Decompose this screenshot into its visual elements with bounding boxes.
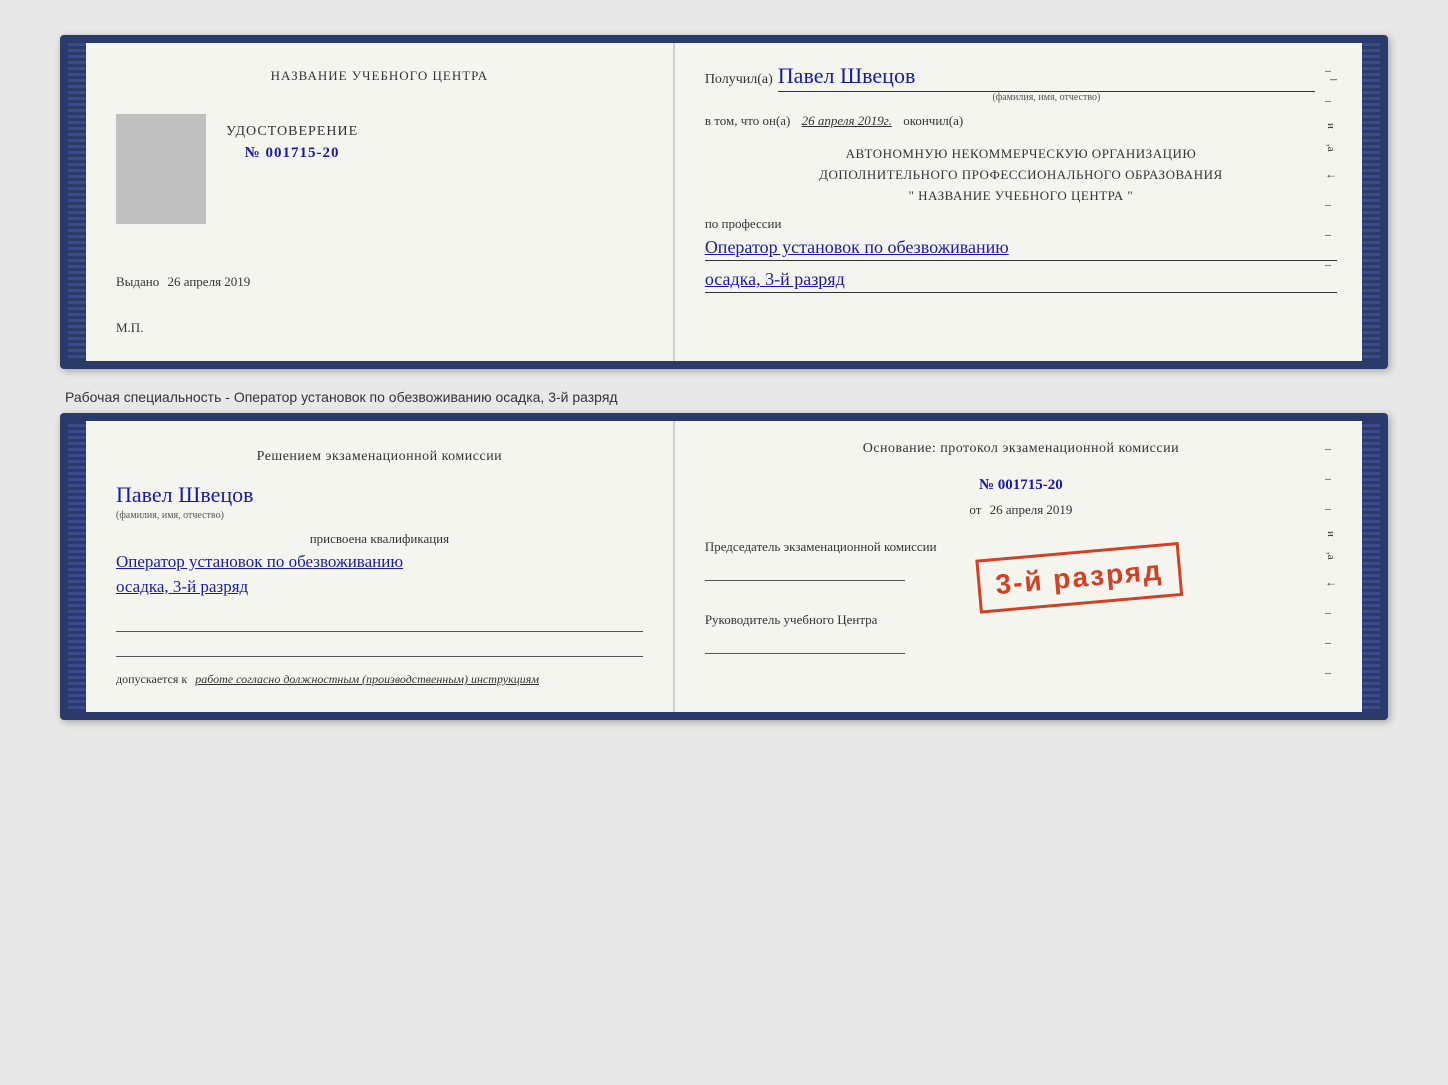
side-dash5: – [1325,257,1337,272]
from-date: 26 апреля 2019 [990,502,1073,517]
side-marks-2: – – – и ,а ← – – – [1325,441,1337,680]
allow-label: допускается к [116,672,187,686]
chairman-label: Председатель экзаменационной комиссии [705,538,1337,556]
qualification-text: Оператор установок по обезвоживанию [116,552,643,572]
side-dash1: – [1325,63,1337,78]
org-line3: " НАЗВАНИЕ УЧЕБНОГО ЦЕНТРА " [705,186,1337,207]
from-label: от [969,502,981,517]
doc-spine-right [1362,43,1380,361]
doc2-left-panel: Решением экзаменационной комиссии Павел … [86,421,675,712]
side-marks: – – и ,а ← – – – [1325,63,1337,272]
doc2-spine-right [1362,421,1380,712]
photo-placeholder [116,114,206,224]
sig-line-1 [116,612,643,632]
side-dash2: – [1325,93,1337,108]
side-dash4: – [1325,227,1337,242]
rank-text: осадка, 3-й разряд [705,269,1337,293]
chairman-sig-line [705,561,905,581]
page-container: НАЗВАНИЕ УЧЕБНОГО ЦЕНТРА УДОСТОВЕРЕНИЕ №… [20,20,1428,747]
side2-dash4: – [1325,605,1337,620]
side-letter-a: ,а [1325,144,1337,152]
issued-line: Выдано 26 апреля 2019 [116,274,643,290]
name-subtitle: (фамилия, имя, отчество) [778,92,1315,103]
date-line: в том, что он(а) 26 апреля 2019г. окончи… [705,113,1337,129]
side2-dash3: – [1325,501,1337,516]
side-letter-i: и [1325,123,1337,129]
between-text: Рабочая специальность - Оператор установ… [60,381,1388,413]
received-line: Получил(а) Павел Швецов (фамилия, имя, о… [705,63,1337,103]
rank-text-bottom: осадка, 3-й разряд [116,577,643,597]
sig-lines [116,612,643,657]
profession-text: Оператор установок по обезвоживанию [705,237,1337,261]
in-that-label: в том, что он(а) [705,113,791,128]
decision-title: Решением экзаменационной комиссии [116,446,643,467]
person-name-sub: (фамилия, имя, отчество) [116,510,643,521]
side-arrow: ← [1325,167,1337,182]
side-dash3: – [1325,197,1337,212]
cert-date: 26 апреля 2019г. [802,113,892,128]
org-line2: ДОПОЛНИТЕЛЬНОГО ПРОФЕССИОНАЛЬНОГО ОБРАЗО… [705,165,1337,186]
bottom-document: Решением экзаменационной комиссии Павел … [60,413,1388,720]
side2-letter-i: и [1325,531,1337,537]
received-label: Получил(а) [705,72,773,88]
profession-label: по профессии [705,216,1337,232]
manager-label: Руководитель учебного Центра [705,611,1337,629]
manager-sig-line [705,634,905,654]
issued-date: 26 апреля 2019 [168,274,251,289]
cert-section: УДОСТОВЕРЕНИЕ № 001715-20 [226,124,358,182]
doc-right-panel: Получил(а) Павел Швецов (фамилия, имя, о… [675,43,1362,361]
cert-number: № 001715-20 [226,145,358,162]
issued-label: Выдано [116,274,159,289]
side2-letter-a: ,а [1325,552,1337,560]
completed-label: окончил(а) [903,113,963,128]
doc-left-panel: НАЗВАНИЕ УЧЕБНОГО ЦЕНТРА УДОСТОВЕРЕНИЕ №… [86,43,675,361]
doc2-right-panel: Основание: протокол экзаменационной коми… [675,421,1362,712]
sig-line-2 [116,637,643,657]
side2-arrow: ← [1325,575,1337,590]
from-date-line: от 26 апреля 2019 [705,502,1337,518]
org-line1: АВТОНОМНУЮ НЕКОММЕРЧЕСКУЮ ОРГАНИЗАЦИЮ [705,144,1337,165]
side2-dash2: – [1325,471,1337,486]
mp-line: М.П. [116,320,643,336]
org-block: АВТОНОМНУЮ НЕКОММЕРЧЕСКУЮ ОРГАНИЗАЦИЮ ДО… [705,144,1337,206]
recipient-name: Павел Швецов [778,63,1315,92]
doc2-spine-left [68,421,86,712]
side2-dash1: – [1325,441,1337,456]
top-document: НАЗВАНИЕ УЧЕБНОГО ЦЕНТРА УДОСТОВЕРЕНИЕ №… [60,35,1388,369]
doc-spine-left [68,43,86,361]
side2-dash6: – [1325,665,1337,680]
allow-text: работе согласно должностным (производств… [195,672,539,686]
qualification-label: присвоена квалификация [116,531,643,547]
protocol-number: № 001715-20 [705,477,1337,494]
training-center-title: НАЗВАНИЕ УЧЕБНОГО ЦЕНТРА [116,68,643,84]
allow-text-block: допускается к работе согласно должностны… [116,672,643,687]
person-name: Павел Швецов [116,482,643,508]
cert-label: УДОСТОВЕРЕНИЕ [226,124,358,140]
side2-dash5: – [1325,635,1337,650]
basis-title: Основание: протокол экзаменационной коми… [705,441,1337,457]
